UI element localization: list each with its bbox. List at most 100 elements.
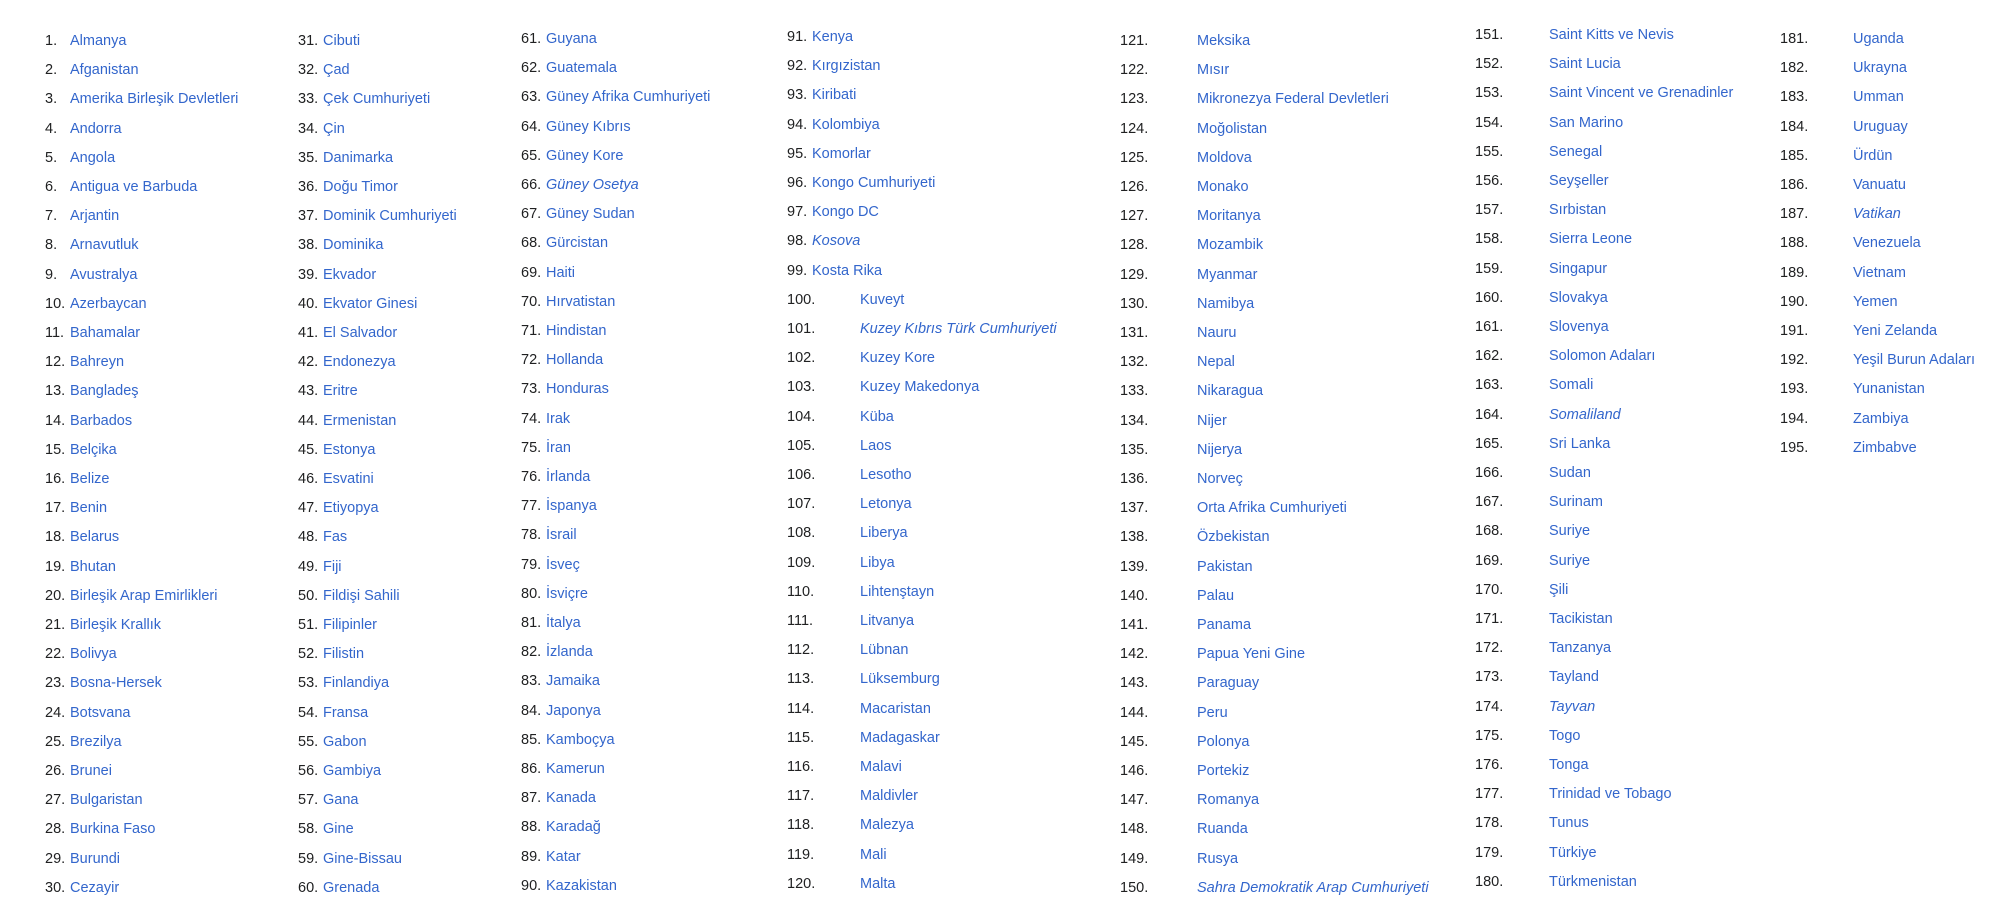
- country-link[interactable]: Kongo DC: [812, 201, 879, 223]
- country-link[interactable]: Mikronezya Federal Devletleri: [1197, 88, 1389, 110]
- country-link[interactable]: Kuzey Kore: [860, 347, 935, 369]
- country-link[interactable]: Malta: [860, 873, 895, 895]
- country-link[interactable]: Ürdün: [1853, 145, 1893, 167]
- country-link[interactable]: Malavi: [860, 756, 902, 778]
- country-link[interactable]: Hindistan: [546, 320, 606, 342]
- country-link[interactable]: Kolombiya: [812, 114, 880, 136]
- country-link[interactable]: Yeni Zelanda: [1853, 320, 1937, 342]
- country-link[interactable]: Lihtenştayn: [860, 581, 934, 603]
- country-link[interactable]: Kongo Cumhuriyeti: [812, 172, 935, 194]
- country-link[interactable]: Fildişi Sahili: [323, 585, 400, 607]
- country-link[interactable]: Madagaskar: [860, 727, 940, 749]
- country-link[interactable]: Sri Lanka: [1549, 433, 1610, 455]
- country-link[interactable]: Kuzey Makedonya: [860, 376, 979, 398]
- country-link[interactable]: Arnavutluk: [70, 234, 139, 256]
- country-link[interactable]: Kanada: [546, 787, 596, 809]
- country-link[interactable]: Moritanya: [1197, 205, 1261, 227]
- country-link[interactable]: Kamboçya: [546, 729, 615, 751]
- country-link[interactable]: Lesotho: [860, 464, 912, 486]
- country-link[interactable]: İsviçre: [546, 583, 588, 605]
- country-link[interactable]: Filipinler: [323, 614, 377, 636]
- country-link[interactable]: Suriye: [1549, 520, 1590, 542]
- country-link[interactable]: Antigua ve Barbuda: [70, 176, 197, 198]
- country-link[interactable]: Çin: [323, 118, 345, 140]
- country-link[interactable]: Türkmenistan: [1549, 871, 1637, 893]
- country-link[interactable]: Cezayir: [70, 877, 119, 899]
- country-link[interactable]: Belize: [70, 468, 110, 490]
- country-link[interactable]: Norveç: [1197, 468, 1243, 490]
- country-link[interactable]: Barbados: [70, 410, 132, 432]
- country-link[interactable]: Jamaika: [546, 670, 600, 692]
- country-link[interactable]: Birleşik Arap Emirlikleri: [70, 585, 217, 607]
- country-link[interactable]: Ekvador: [323, 264, 376, 286]
- country-link[interactable]: Saint Vincent ve Grenadinler: [1549, 82, 1733, 104]
- country-link[interactable]: Azerbaycan: [70, 293, 147, 315]
- country-link[interactable]: Mısır: [1197, 59, 1229, 81]
- country-link[interactable]: Orta Afrika Cumhuriyeti: [1197, 497, 1347, 519]
- country-link[interactable]: Haiti: [546, 262, 575, 284]
- country-link[interactable]: Bahreyn: [70, 351, 124, 373]
- country-link[interactable]: Benin: [70, 497, 107, 519]
- country-link[interactable]: Irak: [546, 408, 570, 430]
- country-link[interactable]: Komorlar: [812, 143, 871, 165]
- country-link[interactable]: Somali: [1549, 374, 1593, 396]
- country-link[interactable]: Nauru: [1197, 322, 1237, 344]
- country-link[interactable]: Gana: [323, 789, 358, 811]
- country-link[interactable]: Hırvatistan: [546, 291, 615, 313]
- country-link[interactable]: Laos: [860, 435, 891, 457]
- country-link[interactable]: Umman: [1853, 86, 1904, 108]
- country-link[interactable]: Gine-Bissau: [323, 848, 402, 870]
- country-link[interactable]: Sierra Leone: [1549, 228, 1632, 250]
- country-link[interactable]: Macaristan: [860, 698, 931, 720]
- country-link[interactable]: Bhutan: [70, 556, 116, 578]
- country-link[interactable]: Botsvana: [70, 702, 130, 724]
- country-link[interactable]: Kosova: [812, 230, 860, 252]
- country-link[interactable]: Venezuela: [1853, 232, 1921, 254]
- country-link[interactable]: Togo: [1549, 725, 1580, 747]
- country-link[interactable]: Esvatini: [323, 468, 374, 490]
- country-link[interactable]: Etiyopya: [323, 497, 379, 519]
- country-link[interactable]: Brunei: [70, 760, 112, 782]
- country-link[interactable]: Çad: [323, 59, 350, 81]
- country-link[interactable]: İran: [546, 437, 571, 459]
- country-link[interactable]: Sahra Demokratik Arap Cumhuriyeti: [1197, 877, 1429, 899]
- country-link[interactable]: Grenada: [323, 877, 379, 899]
- country-link[interactable]: Belçika: [70, 439, 117, 461]
- country-link[interactable]: Litvanya: [860, 610, 914, 632]
- country-link[interactable]: Lübnan: [860, 639, 908, 661]
- country-link[interactable]: Kuzey Kıbrıs Türk Cumhuriyeti: [860, 318, 1057, 340]
- country-link[interactable]: Portekiz: [1197, 760, 1249, 782]
- country-link[interactable]: Amerika Birleşik Devletleri: [70, 88, 238, 110]
- country-link[interactable]: Endonezya: [323, 351, 396, 373]
- country-link[interactable]: Brezilya: [70, 731, 122, 753]
- country-link[interactable]: Fas: [323, 526, 347, 548]
- country-link[interactable]: Vietnam: [1853, 262, 1906, 284]
- country-link[interactable]: Bulgaristan: [70, 789, 143, 811]
- country-link[interactable]: Özbekistan: [1197, 526, 1270, 548]
- country-link[interactable]: Myanmar: [1197, 264, 1257, 286]
- country-link[interactable]: Libya: [860, 552, 895, 574]
- country-link[interactable]: Kenya: [812, 26, 853, 48]
- country-link[interactable]: Romanya: [1197, 789, 1259, 811]
- country-link[interactable]: Belarus: [70, 526, 119, 548]
- country-link[interactable]: Saint Lucia: [1549, 53, 1621, 75]
- country-link[interactable]: Moğolistan: [1197, 118, 1267, 140]
- country-link[interactable]: Rusya: [1197, 848, 1238, 870]
- country-link[interactable]: Pakistan: [1197, 556, 1253, 578]
- country-link[interactable]: Afganistan: [70, 59, 139, 81]
- country-link[interactable]: Meksika: [1197, 30, 1250, 52]
- country-link[interactable]: Dominika: [323, 234, 383, 256]
- country-link[interactable]: İzlanda: [546, 641, 593, 663]
- country-link[interactable]: Tanzanya: [1549, 637, 1611, 659]
- country-link[interactable]: Slovakya: [1549, 287, 1608, 309]
- country-link[interactable]: Peru: [1197, 702, 1228, 724]
- country-link[interactable]: Şili: [1549, 579, 1568, 601]
- country-link[interactable]: Çek Cumhuriyeti: [323, 88, 430, 110]
- country-link[interactable]: Danimarka: [323, 147, 393, 169]
- country-link[interactable]: Hollanda: [546, 349, 603, 371]
- country-link[interactable]: İrlanda: [546, 466, 590, 488]
- country-link[interactable]: Kırgızistan: [812, 55, 881, 77]
- country-link[interactable]: İtalya: [546, 612, 581, 634]
- country-link[interactable]: Tayvan: [1549, 696, 1595, 718]
- country-link[interactable]: Slovenya: [1549, 316, 1609, 338]
